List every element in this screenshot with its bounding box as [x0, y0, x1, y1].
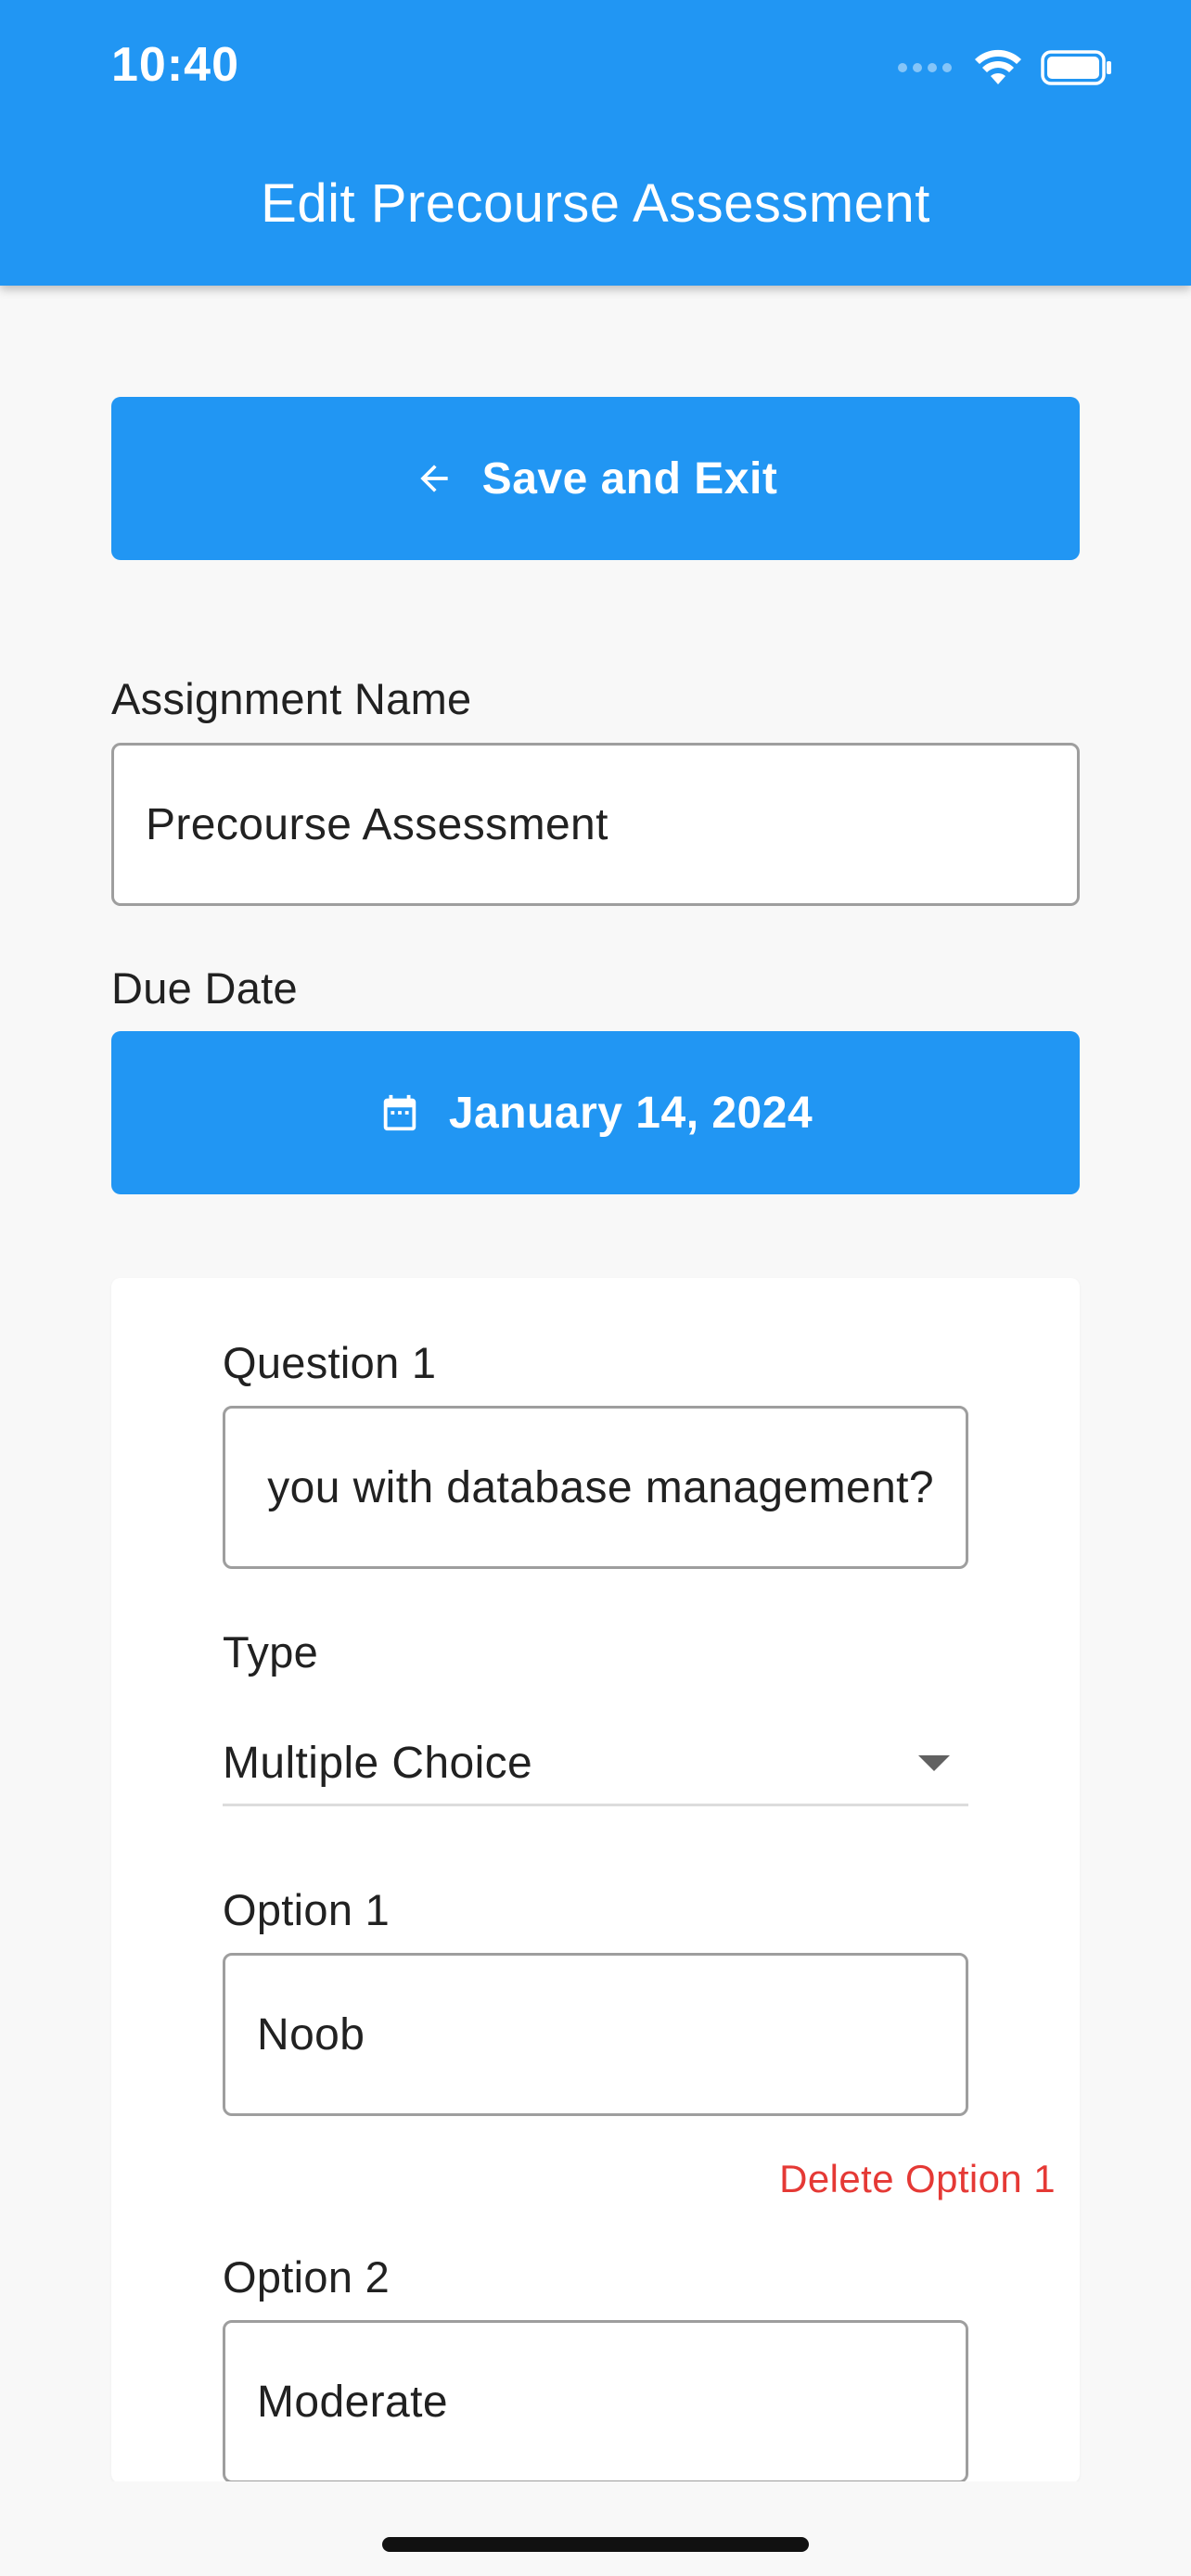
- question-value: you with database management?: [267, 1462, 934, 1512]
- save-and-exit-label: Save and Exit: [481, 453, 778, 504]
- due-date-value: January 14, 2024: [448, 1088, 813, 1138]
- wifi-icon: [975, 49, 1021, 84]
- bottom-safe-area: [0, 2481, 1191, 2576]
- assignment-name-value: Precourse Assessment: [146, 799, 608, 849]
- option-1-input[interactable]: Noob: [223, 1953, 968, 2116]
- due-date-label: Due Date: [111, 963, 298, 1013]
- option-1-label: Option 1: [223, 1885, 391, 1934]
- option-2-value: Moderate: [257, 2377, 448, 2427]
- calendar-icon: [383, 1094, 416, 1131]
- status-time: 10:40: [111, 38, 239, 92]
- save-and-exit-button[interactable]: Save and Exit: [111, 397, 1080, 560]
- battery-icon: [1041, 50, 1111, 85]
- page-title: Edit Precourse Assessment: [261, 173, 930, 234]
- type-label: Type: [223, 1627, 319, 1677]
- delete-option-1-button[interactable]: Delete Option 1: [779, 2157, 1056, 2201]
- app-bar: 10:40 Edit Precourse Assessment: [0, 0, 1191, 286]
- due-date-button[interactable]: January 14, 2024: [111, 1031, 1080, 1194]
- question-input[interactable]: you with database management?: [223, 1406, 968, 1569]
- cellular-signal-icon: [898, 63, 952, 72]
- question-type-dropdown[interactable]: Multiple Choice: [223, 1723, 968, 1806]
- assignment-name-label: Assignment Name: [111, 674, 472, 723]
- option-2-label: Option 2: [223, 2252, 391, 2302]
- arrow-back-icon: [420, 465, 448, 492]
- home-indicator[interactable]: [382, 2537, 809, 2552]
- question-label: Question 1: [223, 1338, 437, 1387]
- option-1-value: Noob: [257, 2009, 365, 2060]
- option-2-input[interactable]: Moderate: [223, 2320, 968, 2483]
- status-icons: [898, 46, 1113, 89]
- assignment-name-input[interactable]: Precourse Assessment: [111, 743, 1080, 906]
- question-type-value: Multiple Choice: [223, 1739, 533, 1788]
- dropdown-arrow-icon: [918, 1755, 950, 1771]
